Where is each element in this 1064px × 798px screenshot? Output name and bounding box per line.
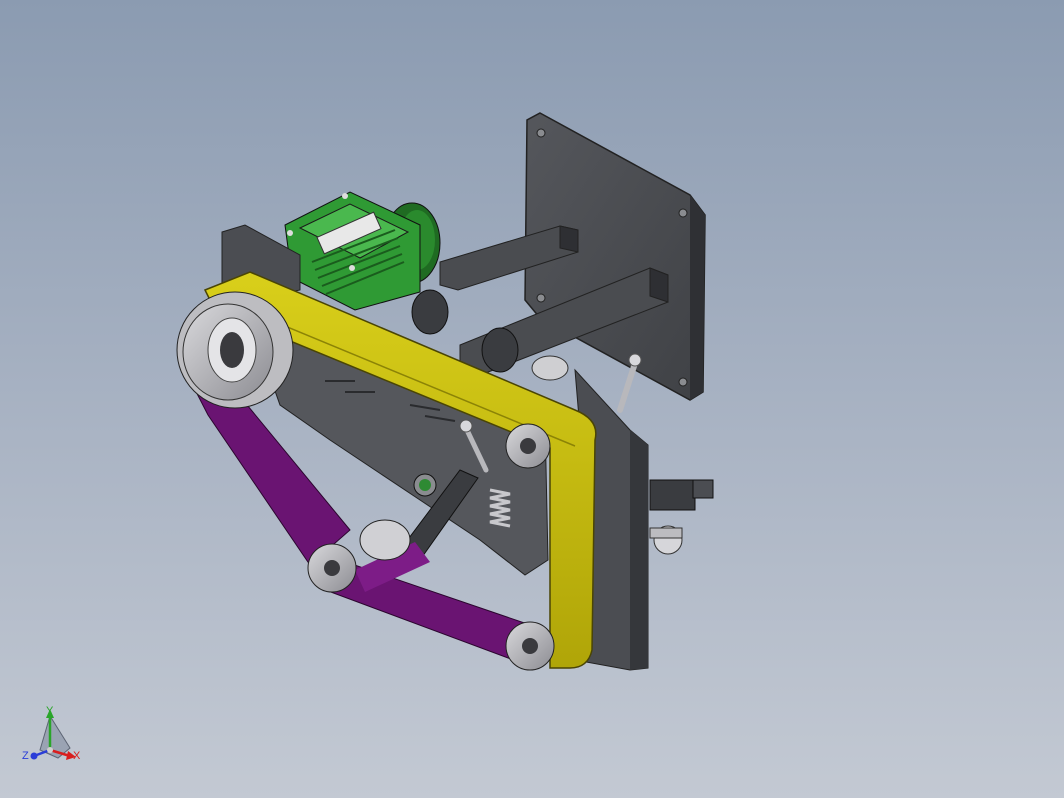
x-axis-label: X — [73, 750, 81, 762]
idler-wheel-top — [505, 423, 551, 469]
drive-wheel — [176, 291, 294, 409]
z-axis-label: Z — [22, 750, 29, 762]
idler-wheel-bottom — [505, 621, 555, 671]
y-axis-label: Y — [46, 705, 54, 717]
graphics-viewport[interactable]: Y X Z — [0, 0, 1064, 798]
clamp-knob — [649, 479, 714, 555]
motor — [284, 191, 441, 311]
belt-grinder-model[interactable] — [0, 0, 1064, 798]
